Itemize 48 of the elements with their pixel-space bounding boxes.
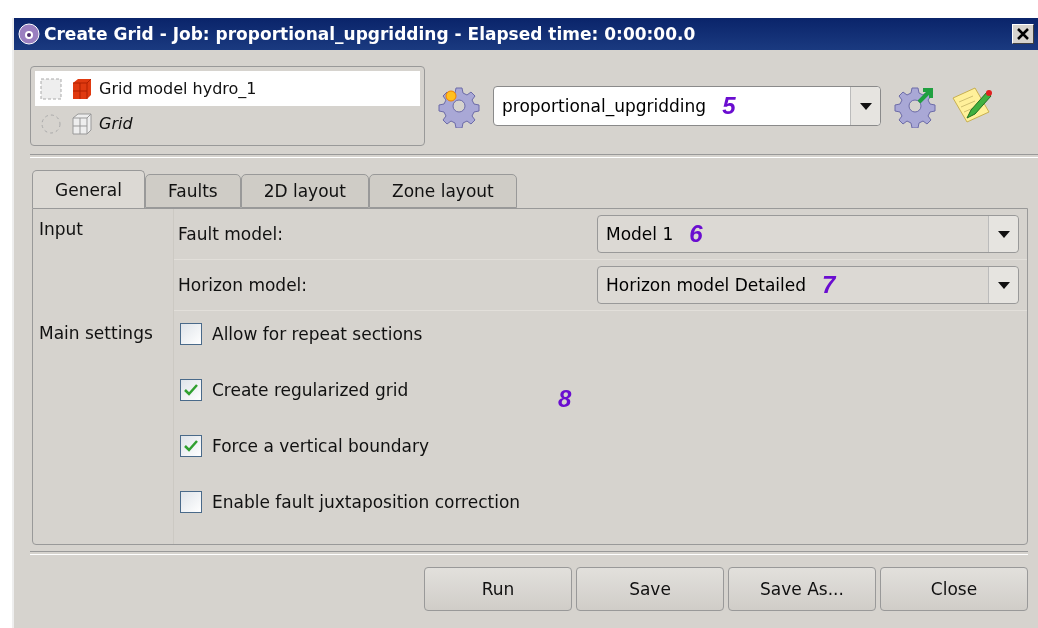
checkbox-label: Force a vertical boundary: [212, 436, 429, 456]
selected-value: Horizon model Detailed: [606, 275, 807, 295]
selected-value: Model 1: [606, 224, 674, 244]
dotted-square-icon: [39, 76, 63, 101]
tab[interactable]: 2D layout: [240, 174, 369, 208]
check-icon: [184, 440, 198, 452]
caret-icon: [997, 281, 1010, 289]
tab[interactable]: Zone layout: [369, 174, 517, 208]
gear-arrow-icon[interactable]: [893, 84, 937, 128]
dropdown-button[interactable]: [850, 87, 880, 125]
job-name: proportional_upgridding: [502, 96, 707, 116]
dropdown-button[interactable]: [988, 216, 1018, 252]
object-label[interactable]: Grid: [99, 114, 133, 133]
dropdown-button[interactable]: [988, 267, 1018, 303]
window-title: Create Grid - Job: proportional_upgridding - Elapsed time: 0:00:00.0: [44, 24, 697, 44]
caret-icon: [859, 102, 872, 110]
checkbox[interactable]: [180, 323, 202, 345]
app-icon: [18, 23, 40, 45]
checkbox[interactable]: [180, 435, 202, 457]
callout-number: 6: [689, 220, 703, 248]
dialog-button[interactable]: Save: [576, 567, 724, 611]
section-heading: Main settings: [38, 322, 154, 345]
close-button[interactable]: [1012, 24, 1034, 44]
field-label: Fault model:: [178, 224, 283, 244]
checkbox[interactable]: [180, 491, 202, 513]
model-dropdown[interactable]: Horizon model Detailed 7: [597, 266, 1019, 304]
dotted-circle-icon: [39, 111, 63, 136]
dialog-button[interactable]: Run: [424, 567, 572, 611]
checkbox-label: Create regularized grid: [212, 380, 409, 400]
checkbox-label: Allow for repeat sections: [212, 324, 423, 344]
dialog-button[interactable]: Close: [880, 567, 1028, 611]
dialog-button[interactable]: Save As...: [728, 567, 876, 611]
caret-icon: [997, 230, 1010, 238]
callout-number: 8: [558, 385, 572, 412]
callout-number: 7: [822, 271, 836, 299]
checkbox[interactable]: [180, 379, 202, 401]
gear-icon[interactable]: [437, 84, 481, 128]
tab[interactable]: General: [32, 170, 145, 208]
check-icon: [184, 384, 198, 396]
grid-cube-icon: [69, 111, 93, 136]
field-label: Horizon model:: [178, 275, 308, 295]
section-heading: Input: [38, 218, 85, 241]
checkbox-label: Enable fault juxtaposition correction: [212, 492, 521, 512]
callout-number: 5: [722, 92, 736, 120]
model-dropdown[interactable]: Model 1 6: [597, 215, 1019, 253]
close-icon: [1016, 27, 1030, 41]
tab[interactable]: Faults: [145, 174, 241, 208]
job-combobox[interactable]: proportional_upgridding 5: [493, 86, 881, 126]
